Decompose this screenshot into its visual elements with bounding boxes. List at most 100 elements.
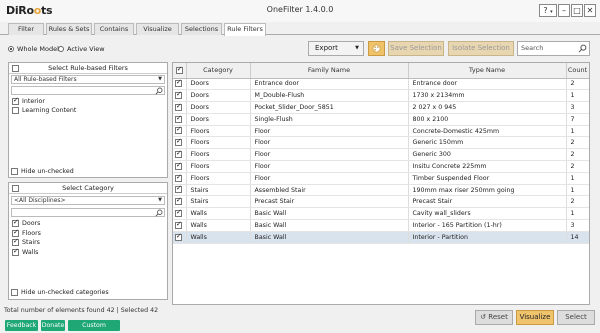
table-row[interactable]: FloorsFloorGeneric 150mm2 <box>173 136 589 150</box>
rule-search-input[interactable] <box>11 86 165 95</box>
table-row[interactable]: WallsBasic WallCavity wall_sliders1 <box>173 207 589 221</box>
hide-unchecked-checkbox[interactable] <box>11 168 18 175</box>
row-select-cell[interactable] <box>173 125 187 138</box>
category-item-walls[interactable]: Walls <box>12 247 38 257</box>
table-row[interactable]: DoorsEntrance doorEntrance door2 <box>173 78 589 91</box>
isolate-selection-button[interactable]: Isolate Selection <box>448 41 514 56</box>
row-select-cell[interactable] <box>173 195 187 209</box>
row-select-cell[interactable] <box>173 160 187 173</box>
cell-count: 7 <box>566 113 589 126</box>
row-select-cell[interactable] <box>173 219 187 232</box>
table-row[interactable]: DoorsPocket_Slider_Door_58512 027 x 0 94… <box>173 101 589 114</box>
category-search-input[interactable] <box>11 208 165 217</box>
active-view-radio[interactable]: Active View <box>58 45 105 53</box>
visualize-button[interactable]: Visualize <box>516 310 554 325</box>
cell-type-name: Concrete-Domestic 425mm <box>408 125 567 138</box>
select-button[interactable]: Select <box>557 310 595 325</box>
close-button[interactable]: ✕ <box>584 4 596 17</box>
select-all-categories-checkbox[interactable] <box>12 185 19 192</box>
search-input[interactable]: Search <box>517 41 590 56</box>
row-select-cell[interactable] <box>173 136 187 150</box>
table-row[interactable]: StairsAssembled Stair190mm max riser 250… <box>173 184 589 197</box>
cell-family-name: Floor <box>250 160 409 173</box>
row-checkbox[interactable] <box>175 125 182 135</box>
row-checkbox[interactable] <box>175 90 182 99</box>
select-all-rows-checkbox[interactable] <box>175 65 183 74</box>
help-button[interactable]: ? ▾ <box>539 4 557 17</box>
column-header-count[interactable]: Count <box>566 63 589 79</box>
row-checkbox[interactable] <box>175 232 182 241</box>
row-select-cell[interactable] <box>173 78 187 91</box>
row-select-cell[interactable] <box>173 231 187 244</box>
row-checkbox[interactable] <box>175 137 182 147</box>
rule-item-learning-content[interactable]: Learning Content <box>12 106 76 115</box>
tab-rule-filters[interactable]: Rule Filters <box>224 23 266 36</box>
floors-checkbox[interactable] <box>12 228 19 237</box>
doors-checkbox[interactable] <box>12 218 19 227</box>
custom-software-button[interactable]: Custom Software <box>68 320 120 331</box>
minimize-button[interactable]: – <box>558 4 570 17</box>
maximize-button[interactable]: □ <box>571 4 583 17</box>
table-row[interactable]: WallsBasic WallInterior - Partition14 <box>173 231 589 244</box>
row-select-cell[interactable] <box>173 101 187 114</box>
table-row[interactable]: FloorsFloorConcrete-Domestic 425mm1 <box>173 125 589 138</box>
column-header-type-name[interactable]: Type Name <box>408 63 567 79</box>
table-row[interactable]: DoorsSingle-Flush800 x 21007 <box>173 113 589 126</box>
discipline-dropdown[interactable]: <All Disciplines> ▼ <box>11 196 165 205</box>
rule-panel-header: Select Rule-based Filters <box>9 63 167 74</box>
category-panel: Select Category <All Disciplines> ▼ Door… <box>8 182 168 300</box>
elements-grid: Category Family Name Type Name Count Doo… <box>172 62 590 305</box>
row-checkbox[interactable] <box>175 149 182 158</box>
table-row[interactable]: WallsBasic WallInterior - 165 Partition … <box>173 219 589 232</box>
row-checkbox[interactable] <box>175 208 182 217</box>
learning-content-checkbox[interactable] <box>12 107 19 114</box>
walls-checkbox[interactable] <box>12 247 19 256</box>
row-select-cell[interactable] <box>173 184 187 197</box>
tab-rules-sets[interactable]: Rules & Sets <box>46 23 92 35</box>
row-checkbox[interactable] <box>175 184 182 194</box>
row-select-cell[interactable] <box>173 148 187 162</box>
rule-item-interior[interactable]: Interior <box>12 96 45 106</box>
header-select-all[interactable] <box>173 63 187 79</box>
hide-unchecked-rules[interactable]: Hide un-checked <box>11 168 74 175</box>
column-header-family-name[interactable]: Family Name <box>250 63 409 79</box>
tab-contains[interactable]: Contains <box>94 23 134 35</box>
cell-category: Doors <box>186 89 251 103</box>
row-checkbox[interactable] <box>175 220 182 229</box>
table-row[interactable]: FloorsFloorGeneric 3002 <box>173 148 589 162</box>
reset-button[interactable]: ↺ Reset <box>475 310 513 325</box>
interior-checkbox[interactable] <box>12 96 19 105</box>
tab-filter[interactable]: Filter <box>8 23 44 35</box>
row-checkbox[interactable] <box>175 196 182 206</box>
cell-count: 14 <box>566 231 589 244</box>
table-row[interactable]: FloorsFloorInsitu Concrete 225mm2 <box>173 160 589 173</box>
whole-model-radio[interactable]: Whole Model <box>8 45 59 53</box>
color-palette-button[interactable] <box>368 41 385 56</box>
stairs-checkbox[interactable] <box>12 237 19 246</box>
row-checkbox[interactable] <box>175 114 182 123</box>
row-checkbox[interactable] <box>175 161 182 170</box>
donate-button[interactable]: Donate <box>41 320 65 331</box>
row-select-cell[interactable] <box>173 89 187 103</box>
table-row[interactable]: FloorsFloorTimber Suspended Floor1 <box>173 172 589 185</box>
tab-selections[interactable]: Selections <box>181 23 222 35</box>
rule-filter-dropdown[interactable]: All Rule-based Filters ▼ <box>11 75 165 84</box>
row-select-cell[interactable] <box>173 207 187 221</box>
row-checkbox[interactable] <box>175 102 182 111</box>
select-all-rules-checkbox[interactable] <box>12 65 19 72</box>
cell-category: Doors <box>186 101 251 114</box>
row-select-cell[interactable] <box>173 172 187 185</box>
row-checkbox[interactable] <box>175 173 182 182</box>
export-dropdown[interactable]: Export ▼ <box>308 41 364 56</box>
rule-filters-panel: Select Rule-based Filters All Rule-based… <box>8 62 168 178</box>
hide-unchecked-categories-checkbox[interactable] <box>11 289 18 296</box>
save-selection-button[interactable]: Save Selection <box>388 41 444 56</box>
column-header-category[interactable]: Category <box>186 63 251 79</box>
tab-visualize[interactable]: Visualize <box>136 23 179 35</box>
row-select-cell[interactable] <box>173 113 187 126</box>
table-row[interactable]: StairsPrecast StairPrecast Stair2 <box>173 195 589 209</box>
table-row[interactable]: DoorsM_Double-Flush1730 x 2134mm1 <box>173 89 589 103</box>
hide-unchecked-categories[interactable]: Hide un-checked categories <box>11 289 109 296</box>
feedback-button[interactable]: Feedback <box>5 320 38 331</box>
row-checkbox[interactable] <box>175 78 182 88</box>
